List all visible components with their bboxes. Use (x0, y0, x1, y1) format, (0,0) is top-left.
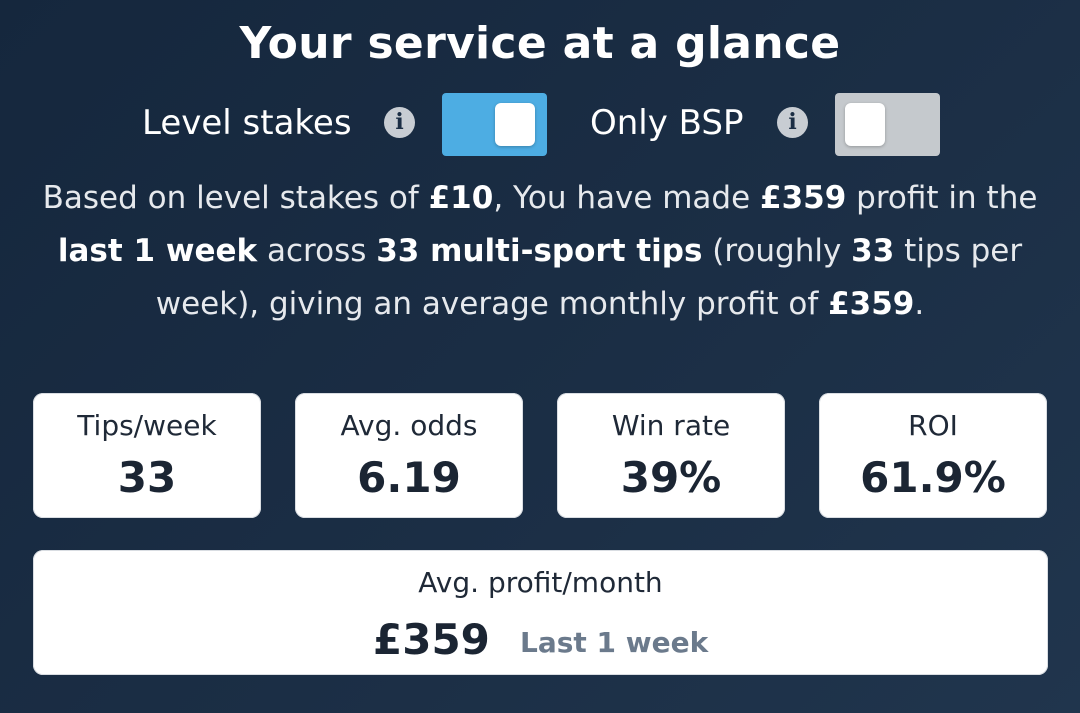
summary-monthly-profit: £359 (828, 286, 915, 322)
profit-period: Last 1 week (520, 626, 709, 659)
stat-label: Tips/week (77, 409, 217, 442)
roi-card: ROI 61.9% (819, 393, 1047, 518)
only-bsp-toggle-knob (845, 103, 885, 146)
summary-profit: £359 (760, 180, 847, 216)
level-stakes-label: Level stakes (142, 103, 352, 143)
level-stakes-toggle[interactable] (442, 93, 547, 156)
summary-text-part: across (257, 233, 377, 269)
summary-tips: 33 multi-sport tips (376, 233, 703, 269)
stat-value: 61.9% (860, 453, 1006, 502)
level-stakes-info-icon[interactable]: i (384, 107, 415, 138)
summary-period: last 1 week (57, 233, 258, 269)
tips-per-week-card: Tips/week 33 (33, 393, 261, 518)
page-title: Your service at a glance (239, 18, 841, 69)
only-bsp-toggle[interactable] (835, 93, 940, 156)
summary-text-part: Based on level stakes of (42, 180, 429, 216)
profit-label: Avg. profit/month (418, 566, 663, 599)
summary-text-part: . (914, 286, 925, 322)
only-bsp-label: Only BSP (590, 103, 744, 143)
stat-value: 33 (117, 453, 177, 502)
level-stakes-toggle-knob (495, 103, 535, 146)
avg-odds-card: Avg. odds 6.19 (295, 393, 523, 518)
summary-text-part: profit in the (846, 180, 1038, 216)
summary-text-part: (roughly (702, 233, 852, 269)
stat-value: 6.19 (357, 453, 461, 502)
summary-tips-per-week: 33 (851, 233, 895, 269)
summary-text-part: , You have made (493, 180, 761, 216)
toggles-row: Level stakes i Only BSP i (0, 93, 1080, 156)
profit-value: £359 (373, 615, 490, 664)
stat-value: 39% (620, 453, 722, 502)
stat-label: Win rate (611, 409, 731, 442)
stat-label: ROI (908, 409, 958, 442)
avg-profit-month-card: Avg. profit/month £359 Last 1 week (33, 550, 1048, 675)
win-rate-card: Win rate 39% (557, 393, 785, 518)
stat-label: Avg. odds (340, 409, 478, 442)
summary-text: Based on level stakes of £10, You have m… (20, 172, 1060, 331)
summary-stake: £10 (428, 180, 494, 216)
only-bsp-info-icon[interactable]: i (777, 107, 808, 138)
